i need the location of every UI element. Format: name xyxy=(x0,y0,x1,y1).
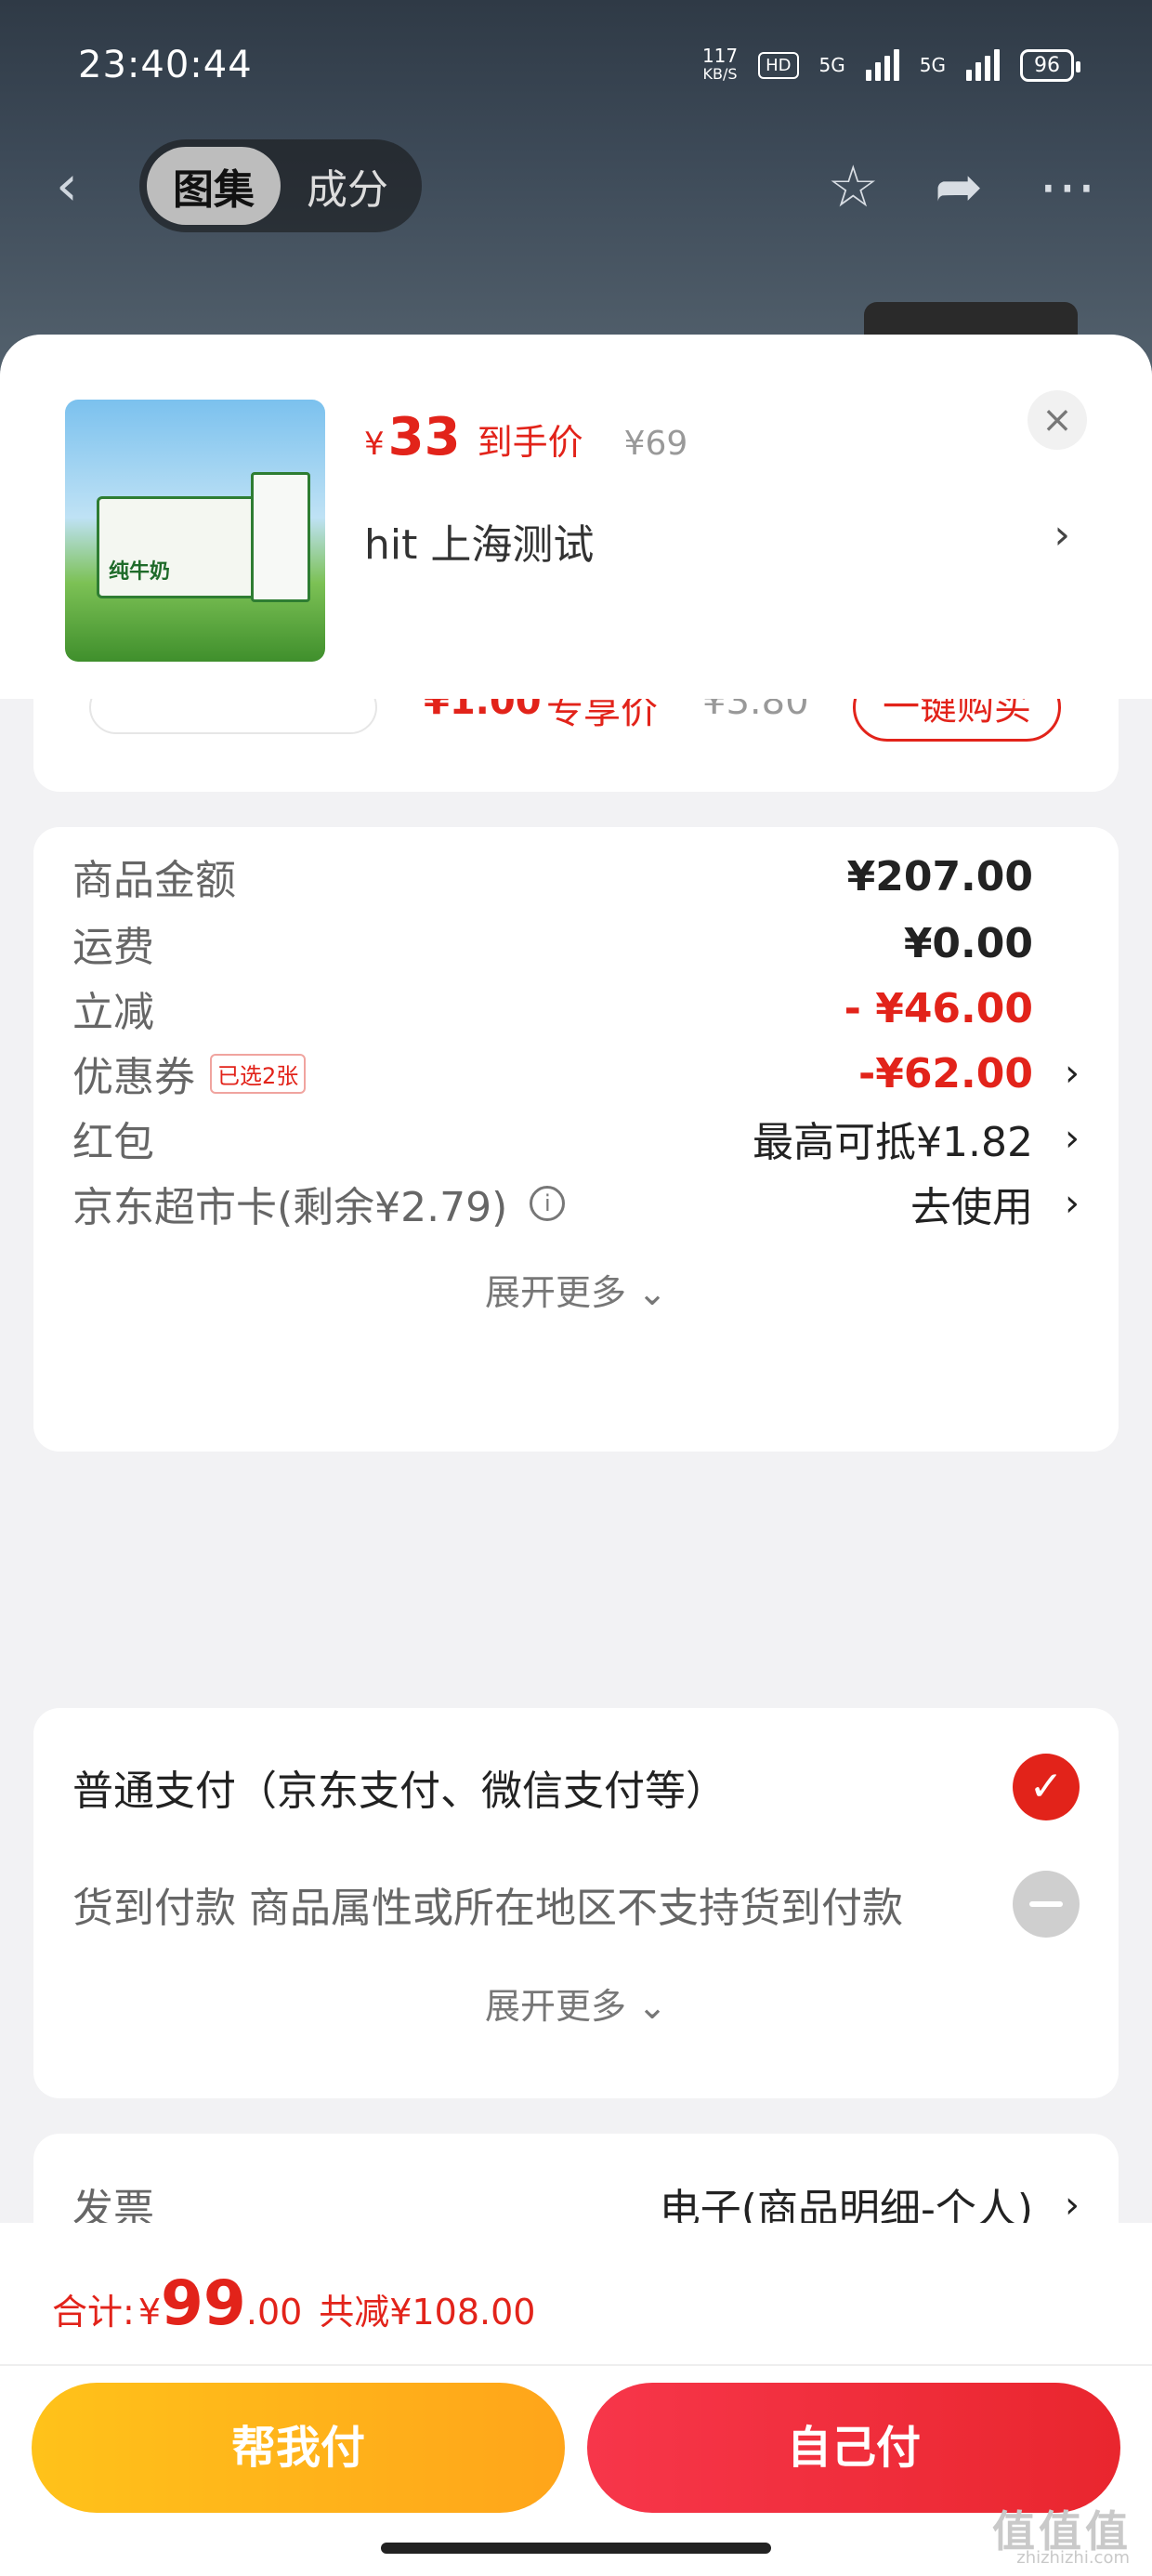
row-supermarket-card[interactable]: 京东超市卡(剩余¥2.79) i 去使用 › xyxy=(72,1171,1080,1236)
tab-ingredients[interactable]: 成分 xyxy=(281,147,414,225)
tab-gallery[interactable]: 图集 xyxy=(147,147,281,225)
chevron-right-icon[interactable]: › xyxy=(1041,1182,1080,1225)
thumb-label: 纯牛奶 xyxy=(109,560,171,584)
top-nav: ‹ 图集 成分 ☆ ➦ ⋯ xyxy=(56,139,1096,232)
total-saved: 共减¥108.00 xyxy=(319,2292,536,2333)
instant-discount-value: - ¥46.00 xyxy=(844,984,1033,1032)
pay-myself-button[interactable]: 自己付 xyxy=(587,2383,1120,2513)
speed-unit: KB/S xyxy=(702,65,738,83)
expand-more-fees[interactable]: 展开更多 ⌄ xyxy=(33,1264,1119,1315)
hd-icon: HD xyxy=(758,51,799,79)
supermarket-card-value: 去使用 xyxy=(910,1184,1033,1231)
order-total: 合计: ¥ 99 .00 共减¥108.00 xyxy=(52,2267,535,2339)
total-decimal: .00 xyxy=(245,2292,303,2333)
network-label-1: 5G xyxy=(818,54,845,76)
payment-option-normal[interactable]: 普通支付（京东支付、微信支付等） ✓ xyxy=(72,1754,1080,1820)
check-icon[interactable]: ✓ xyxy=(1013,1754,1080,1820)
status-bar: 23:40:44 117 KB/S HD 5G 5G 96 xyxy=(78,37,1080,93)
shipping-label: 运费 xyxy=(72,924,154,971)
chevron-down-icon: ⌄ xyxy=(637,1272,667,1313)
coupon-selected-badge: 已选2张 xyxy=(210,1053,307,1094)
close-icon[interactable]: × xyxy=(1028,390,1087,450)
product-box-graphic: 纯牛奶 xyxy=(97,496,264,598)
expand-more-label: 展开更多 xyxy=(485,1986,627,2027)
payment-normal-label: 普通支付（京东支付、微信支付等） xyxy=(72,1768,727,1815)
original-price: ¥69 xyxy=(623,425,688,463)
chevron-right-icon[interactable]: › xyxy=(1041,2184,1080,2227)
shipping-value: ¥0.00 xyxy=(903,919,1033,967)
supermarket-card-label: 京东超市卡(剩余¥2.79) xyxy=(72,1184,508,1231)
promo-price-label: 专享价 xyxy=(546,699,658,732)
row-goods-amount: 商品金额 ¥207.00 › xyxy=(72,844,1080,909)
price-row: ¥ 33 到手价 ¥69 xyxy=(364,407,687,467)
expand-more-label: 展开更多 xyxy=(485,1272,627,1313)
chevron-right-icon[interactable]: › xyxy=(1054,511,1070,559)
back-arrow-icon[interactable]: ‹ xyxy=(56,153,121,218)
price-currency: ¥ xyxy=(364,426,385,463)
promo-strip: ¥1.00 专享价 ¥3.80 一键购买 xyxy=(33,699,1119,792)
chevron-right-icon[interactable]: › xyxy=(1041,1117,1080,1160)
chevron-down-icon: ⌄ xyxy=(637,1986,667,2027)
total-label: 合计: xyxy=(52,2292,135,2333)
total-currency: ¥ xyxy=(137,2292,161,2333)
row-instant-discount: 立减 - ¥46.00 › xyxy=(72,976,1080,1041)
row-coupon[interactable]: 优惠券 已选2张 -¥62.00 › xyxy=(72,1041,1080,1106)
home-indicator[interactable] xyxy=(381,2543,771,2554)
payment-option-cod: 货到付款 商品属性或所在地区不支持货到付款 xyxy=(72,1871,1080,1938)
product-subtitle[interactable]: hit 上海测试 xyxy=(364,511,594,571)
coupon-label: 优惠券 xyxy=(72,1054,195,1101)
row-shipping: 运费 ¥0.00 › xyxy=(72,911,1080,976)
payment-cod-label: 货到付款 商品属性或所在地区不支持货到付款 xyxy=(72,1885,903,1932)
star-icon[interactable]: ☆ xyxy=(827,152,879,220)
red-packet-label: 红包 xyxy=(72,1119,154,1166)
signal-icon xyxy=(865,49,899,81)
signal-icon-2 xyxy=(966,49,1000,81)
expand-more-payment[interactable]: 展开更多 ⌄ xyxy=(33,1978,1119,2029)
payment-method-card: 普通支付（京东支付、微信支付等） ✓ 货到付款 商品属性或所在地区不支持货到付款… xyxy=(33,1708,1119,2098)
instant-discount-label: 立减 xyxy=(72,989,154,1036)
row-red-packet[interactable]: 红包 最高可抵¥1.82 › xyxy=(72,1106,1080,1171)
battery-icon: 96 xyxy=(1020,48,1080,82)
share-icon[interactable]: ➦ xyxy=(935,152,983,220)
promo-original-price: ¥3.80 xyxy=(702,699,809,723)
info-icon[interactable]: i xyxy=(530,1186,566,1221)
coupon-value: -¥62.00 xyxy=(857,1049,1033,1097)
promo-product-pill xyxy=(89,699,377,734)
network-label-2: 5G xyxy=(919,54,946,76)
checkout-bar: 合计: ¥ 99 .00 共减¥108.00 帮我付 自己付 xyxy=(0,2223,1152,2576)
promo-price: ¥1.00 xyxy=(424,699,542,723)
divider xyxy=(0,2364,1152,2366)
goods-amount-value: ¥207.00 xyxy=(846,852,1033,900)
final-price: 33 xyxy=(387,407,461,467)
fee-details-card: 商品金额 ¥207.00 › 运费 ¥0.00 › 立减 - ¥46.00 › … xyxy=(33,827,1119,1452)
disabled-icon xyxy=(1013,1871,1080,1938)
tab-switcher: 图集 成分 xyxy=(139,139,422,232)
red-packet-value: 最高可抵¥1.82 xyxy=(753,1119,1033,1166)
product-summary: 纯牛奶 ¥ 33 到手价 ¥69 hit 上海测试 › × xyxy=(0,335,1152,699)
goods-amount-label: 商品金额 xyxy=(72,857,236,904)
clock: 23:40:44 xyxy=(78,44,253,86)
network-speed: 117 KB/S xyxy=(702,46,738,84)
one-click-buy-button[interactable]: 一键购买 xyxy=(853,699,1061,742)
final-price-label: 到手价 xyxy=(477,422,583,463)
product-thumbnail: 纯牛奶 xyxy=(65,400,325,662)
product-carton-graphic xyxy=(251,472,310,602)
more-icon[interactable]: ⋯ xyxy=(1039,152,1096,220)
speed-value: 117 xyxy=(701,45,739,67)
total-integer: 99 xyxy=(161,2267,246,2339)
chevron-right-icon[interactable]: › xyxy=(1041,1052,1080,1095)
watermark-domain: zhizhizhi.com xyxy=(1016,2548,1130,2568)
help-me-pay-button[interactable]: 帮我付 xyxy=(32,2383,565,2513)
